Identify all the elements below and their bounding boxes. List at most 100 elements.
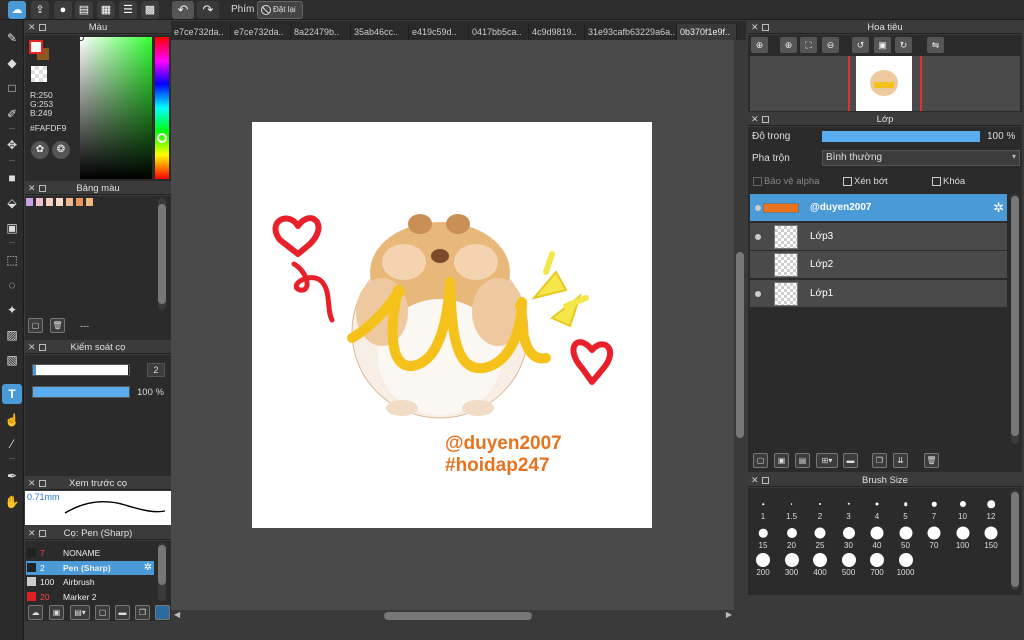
zoom-out-icon[interactable]: ⊖ [822,37,839,53]
foreground-color-swatch[interactable] [29,40,43,54]
saturation-value-picker[interactable] [80,37,152,179]
layer-row[interactable]: @duyen2007 ✲ [750,194,1007,222]
brush-size-option[interactable]: 200 [750,549,776,577]
brush-size-option[interactable]: 10 [950,495,976,523]
brush-list-item[interactable]: 2 Pen (Sharp) ✲ [26,560,154,575]
page-icon[interactable]: ▦ [97,1,115,19]
document-tab[interactable]: 35ab46cc.. [351,24,409,40]
brush-size-option[interactable]: 20 [779,522,805,550]
text-tool-icon[interactable]: T [2,384,22,404]
new-layer-button[interactable]: ▢ [753,453,768,468]
hand-pointer-tool-icon[interactable]: ☝ [2,410,22,430]
new-folder-button[interactable]: ▬ [843,453,858,468]
bucket-tool-icon[interactable]: ⬙ [2,193,22,213]
brush-size-slider[interactable] [32,364,130,376]
clipping-checkbox[interactable] [843,177,852,186]
brush-list-item[interactable]: 7 NONAME [26,546,154,560]
visibility-icon[interactable] [755,290,761,297]
brush-list-item[interactable]: 100 Airbrush [26,575,154,589]
redo-button[interactable]: ↷ [197,1,219,19]
select-rect-tool-icon[interactable]: ⬚ [2,250,22,270]
document-tab[interactable]: e7ce732da.. [171,24,231,40]
cloud-icon[interactable]: ☁ [8,1,26,19]
brush-add-button[interactable]: ▣ [49,605,64,620]
brush-size-value[interactable]: 2 [147,363,165,377]
duplicate-layer-button[interactable]: ❐ [872,453,887,468]
palette-swatch[interactable] [56,198,63,206]
move-tool-icon[interactable]: ✥ [2,135,22,155]
new-8bit-layer-button[interactable]: ▣ [774,453,789,468]
chat-icon[interactable]: ▤ [75,1,93,19]
brush-list-item[interactable]: 20 Marker 2 [26,590,154,604]
brush-size-option[interactable]: 15 [750,522,776,550]
brush-size-option[interactable]: 30 [836,522,862,550]
fill-brush-tool-icon[interactable]: ✐ [2,104,22,124]
brush-settings-button[interactable] [155,605,170,620]
canvas-vscrollbar[interactable] [735,40,745,610]
brush-size-scroll-thumb[interactable] [1011,492,1019,587]
layer-row[interactable]: Lớp3 [750,222,1007,251]
brush-size-option[interactable]: 12 [978,495,1004,523]
palette-swatch[interactable] [76,198,83,206]
comment-icon[interactable]: ● [54,1,72,19]
popout-icon[interactable] [39,480,46,487]
delete-layer-button[interactable]: 🗑 [924,453,939,468]
brush-size-option[interactable]: 1 [750,495,776,523]
select-pen-tool-icon[interactable]: ▨ [2,325,22,345]
popout-icon[interactable] [39,24,46,31]
protect-alpha-checkbox[interactable] [753,177,762,186]
hue-slider-knob[interactable] [157,133,167,143]
close-icon[interactable]: ✕ [28,182,36,195]
brush-size-option[interactable]: 4 [864,495,890,523]
close-icon[interactable]: ✕ [28,527,36,540]
canvas-vscroll-thumb[interactable] [736,252,744,438]
brush-opacity-slider[interactable] [32,386,130,398]
brush-size-option[interactable]: 150 [978,522,1004,550]
merge-layer-button[interactable]: ⇊ [893,453,908,468]
palette-swatch[interactable] [36,198,43,206]
brush-list-scrollbar[interactable] [158,543,166,601]
popout-icon[interactable] [39,530,46,537]
close-icon[interactable]: ✕ [751,21,759,34]
palette-swatch[interactable] [86,198,93,206]
grid-icon[interactable]: ▩ [141,1,159,19]
delete-palette-button[interactable]: 🗑 [50,318,65,333]
brush-size-option[interactable]: 1.5 [779,495,805,523]
fit-screen-icon[interactable]: ⛶ [800,37,817,53]
document-tab[interactable]: e7ce732da.. [231,24,291,40]
layer-scrollbar[interactable] [1011,194,1019,444]
close-icon[interactable]: ✕ [751,113,759,126]
close-icon[interactable]: ✕ [28,21,36,34]
brush-copy-button[interactable]: ▢ [95,605,110,620]
document-tab[interactable]: 0417bb5ca.. [469,24,529,40]
brush-size-option[interactable]: 25 [807,522,833,550]
brush-size-option[interactable]: 70 [921,522,947,550]
sv-picker-knob[interactable] [78,35,84,41]
popout-icon[interactable] [762,477,769,484]
palette-scroll-thumb[interactable] [158,204,166,304]
color-wheel-icon[interactable]: ❂ [52,141,70,159]
layer-row[interactable]: Lớp1 [750,279,1007,308]
canvas-hscroll-thumb[interactable] [384,612,532,620]
gear-icon[interactable]: ✲ [144,561,152,575]
palette-swatch[interactable] [46,198,53,206]
popout-icon[interactable] [762,24,769,31]
scroll-right-arrow-icon[interactable]: ▶ [726,610,732,619]
palette-icon[interactable]: ✿ [31,141,49,159]
visibility-icon[interactable] [755,233,761,240]
brush-duplicate-button[interactable]: ❐ [135,605,150,620]
document-tab[interactable]: 8a22479b.. [291,24,351,40]
brush-size-option[interactable]: 700 [864,549,890,577]
brush-list-scroll-thumb[interactable] [158,545,166,585]
close-icon[interactable]: ✕ [28,341,36,354]
layer-add-menu-button[interactable]: ⊞▾ [816,453,838,468]
brush-size-option[interactable]: 2 [807,495,833,523]
square-fill-tool-icon[interactable]: ■ [2,168,22,188]
blend-mode-select[interactable]: Bình thường ▾ [822,150,1020,166]
layer-row[interactable]: Lớp2 [750,251,1007,279]
share-icon[interactable]: ⇪ [31,1,49,19]
drawing-canvas[interactable]: @duyen2007 #hoidap247 [252,122,652,528]
reset-button[interactable]: Đặt lại [257,1,303,19]
brush-size-option[interactable]: 500 [836,549,862,577]
close-icon[interactable]: ✕ [28,477,36,490]
